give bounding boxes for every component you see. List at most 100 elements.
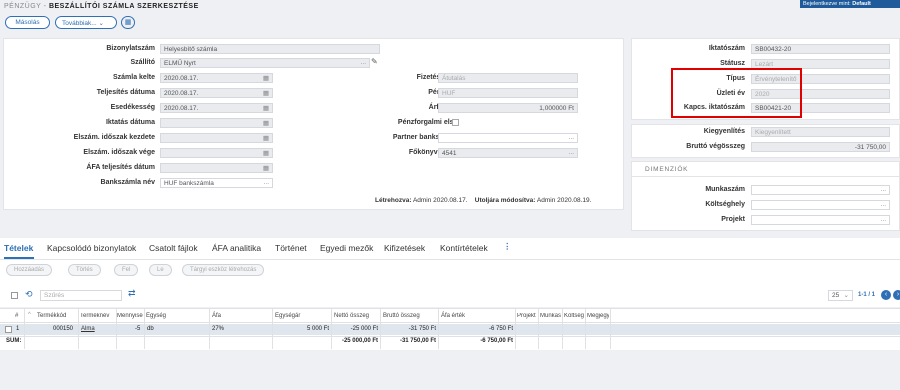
dimensions-title: DIMENZIÓK [645, 166, 689, 173]
bizonylatszam-label: Bizonylatszám [106, 45, 155, 52]
col-header-afa-ertek[interactable]: Áfa érték [441, 313, 465, 319]
cell-netto: -25 000 Ft [350, 326, 378, 332]
col-header-brutto[interactable]: Bruttó összeg [383, 313, 420, 319]
row-checkbox[interactable] [5, 326, 12, 333]
col-divider [24, 309, 25, 349]
col-header-projekt[interactable]: Projekt [517, 313, 537, 319]
munkaszam-field[interactable]: ... [751, 185, 890, 195]
col-divider [144, 309, 145, 349]
arfolyam-field[interactable]: 1,000000 Ft [438, 103, 578, 113]
col-header-egysegar[interactable]: Egységár [275, 313, 300, 319]
more-label: Továbbiak... [62, 20, 97, 27]
col-divider [538, 309, 539, 349]
sort-icon[interactable]: ^ [28, 312, 31, 318]
more-button[interactable]: Továbbiak... ⌄ [55, 16, 117, 29]
koltseghely-field[interactable]: ... [751, 200, 890, 210]
more-dots-icon[interactable]: ... [361, 59, 366, 66]
iktatas-field[interactable]: ▦ [160, 118, 273, 128]
calendar-icon[interactable]: ▦ [263, 119, 269, 127]
tab-active-indicator [4, 257, 34, 259]
idoszak-kezdete-field[interactable]: ▦ [160, 133, 273, 143]
more-dots-icon[interactable]: ... [881, 201, 886, 208]
calendar-icon[interactable]: ▦ [263, 149, 269, 157]
bizonylatszam-field[interactable]: Helyesbítő számla [160, 44, 380, 54]
filter-input[interactable]: Szűrés [40, 290, 122, 301]
more-dots-icon[interactable]: ... [264, 179, 269, 186]
esedekesseg-field[interactable]: 2020.08.17. ▦ [160, 103, 273, 113]
col-header-num[interactable]: # [15, 313, 18, 319]
more-dots-icon[interactable]: ... [569, 134, 574, 141]
calendar-icon[interactable]: ▦ [263, 74, 269, 82]
next-page-icon[interactable]: › [893, 290, 900, 300]
col-header-megjegyzes[interactable]: Megjegyzés [587, 313, 609, 319]
modified-value: Admin 2020.08.19. [536, 197, 592, 204]
up-button[interactable]: Fel [114, 264, 139, 276]
more-dots-icon[interactable]: ... [881, 186, 886, 193]
delete-button[interactable]: Törlés [68, 264, 101, 276]
penznem-field[interactable]: HUF [438, 88, 578, 98]
select-all-checkbox[interactable] [11, 292, 18, 299]
bankszamla-field[interactable]: HUF bankszámla... [160, 178, 273, 188]
tab-kapcsolodo[interactable]: Kapcsolódó bizonylatok [47, 243, 136, 253]
col-divider [610, 309, 611, 349]
col-header-mennyiseg[interactable]: Mennyiség [117, 313, 143, 319]
projekt-label: Projekt [721, 216, 745, 223]
col-divider [585, 309, 586, 349]
calendar-icon[interactable]: ▦ [263, 134, 269, 142]
add-button[interactable]: Hozzáadás [6, 264, 53, 276]
refresh-icon[interactable]: ⟲ [25, 289, 33, 300]
tab-egyedi[interactable]: Egyedi mezők [320, 243, 373, 253]
afa-teljesites-field[interactable]: ▦ [160, 163, 273, 173]
breadcrumb-section[interactable]: PÉNZÜGY [4, 3, 41, 10]
idoszak-vege-field[interactable]: ▦ [160, 148, 273, 158]
penzforgalmi-label: Pénzforgalmi elsz. [397, 119, 459, 126]
tab-afa-analitika[interactable]: ÁFA analitika [212, 243, 261, 253]
modified-label: Utoljára módosítva: [474, 197, 536, 204]
copy-button[interactable]: Másolás [5, 16, 50, 29]
penzforgalmi-checkbox[interactable] [452, 119, 459, 126]
iktatoszam-field: SB00432-20 [751, 44, 890, 54]
col-header-koltseghely[interactable]: Költséghely [564, 313, 584, 319]
partner-bank-field[interactable]: ... [438, 133, 578, 143]
fizetesi-mod-field[interactable]: Átutalás [438, 73, 578, 83]
col-header-afa[interactable]: Áfa [212, 313, 221, 319]
bankszamla-label: Bankszámla név [100, 179, 155, 186]
esedekesseg-label: Esedékesség [110, 104, 155, 111]
cell-brutto: -31 750 Ft [408, 326, 436, 332]
columns-toggle-icon[interactable]: ⇄ [128, 288, 136, 299]
szamla-kelte-field[interactable]: 2020.08.17. ▦ [160, 73, 273, 83]
tab-tetelek[interactable]: Tételek [4, 243, 33, 253]
calculator-icon[interactable]: ▦ [121, 16, 135, 29]
calendar-icon[interactable]: ▦ [263, 89, 269, 97]
page-size-select[interactable]: 25 ⌄ [828, 290, 853, 301]
prev-page-icon[interactable]: ‹ [881, 290, 891, 300]
projekt-field[interactable]: ... [751, 215, 890, 225]
szallito-field[interactable]: ELMŰ Nyrt... [160, 58, 370, 68]
tab-tortenet[interactable]: Történet [275, 243, 307, 253]
more-vertical-icon[interactable]: ⋮ [503, 241, 512, 252]
col-divider [209, 309, 210, 349]
col-header-termeknev[interactable]: Terméknév [80, 313, 115, 319]
chevron-down-icon: ⌄ [843, 292, 849, 299]
more-dots-icon[interactable]: ... [881, 216, 886, 223]
col-header-munkaszam[interactable]: Munkaszám [540, 313, 561, 319]
page-title: BESZÁLLÍTÓI SZÁMLA SZERKESZTÉSE [48, 3, 199, 10]
col-header-netto[interactable]: Nettó összeg [334, 313, 369, 319]
col-header-termekkod[interactable]: Termékkód [37, 313, 66, 319]
down-button[interactable]: Le [149, 264, 172, 276]
more-dots-icon[interactable]: ... [569, 149, 574, 156]
sum-label: SUM: [6, 338, 22, 344]
create-asset-button[interactable]: Tárgyi eszköz létrehozás [182, 264, 265, 276]
edit-icon[interactable]: ✎ [371, 57, 378, 66]
tab-kifizetesek[interactable]: Kifizetések [384, 243, 425, 253]
tab-kontirtetelek[interactable]: Kontírtételek [440, 243, 488, 253]
teljesites-field[interactable]: 2020.08.17. ▦ [160, 88, 273, 98]
tab-csatolt[interactable]: Csatolt fájlok [149, 243, 198, 253]
calendar-icon[interactable]: ▦ [263, 104, 269, 112]
login-info: Bejelentkezve mint: Default [800, 0, 900, 8]
calendar-icon[interactable]: ▦ [263, 164, 269, 172]
cell-termeknev[interactable]: Alma [81, 326, 95, 332]
munkaszam-label: Munkaszám [705, 186, 745, 193]
fokonyvi-field[interactable]: 4541... [438, 148, 578, 158]
col-header-egyseg[interactable]: Egység [146, 313, 166, 319]
